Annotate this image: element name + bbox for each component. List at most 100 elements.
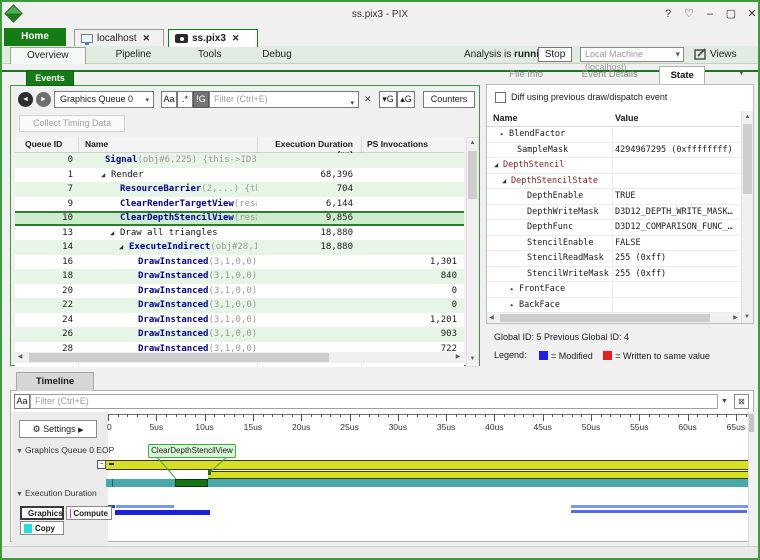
clear-filter-button[interactable]: ✕ [364, 94, 372, 105]
legend-button-copy[interactable]: Copy [20, 521, 64, 535]
table-row[interactable]: ▸BackFace [487, 298, 740, 314]
scroll-right-arrow[interactable]: ▶ [453, 352, 463, 363]
table-row[interactable]: StencilReadMask255 (0xff) [487, 251, 740, 267]
goto-filter-toggle[interactable]: !G [193, 91, 209, 108]
state-horizontal-scrollbar[interactable]: ◀ ▶ [487, 313, 740, 323]
duration-bar[interactable] [115, 510, 211, 515]
scroll-left-arrow[interactable]: ◀ [15, 352, 25, 363]
collect-timing-data-button[interactable]: Collect Timing Data [19, 115, 125, 132]
table-row[interactable]: ◢DepthStencilState [487, 174, 740, 190]
table-row[interactable]: 1◢Render68,396 [15, 168, 464, 183]
regex-button[interactable]: .* [177, 91, 193, 108]
stop-button[interactable]: Stop [538, 47, 572, 62]
table-row[interactable]: 24DrawInstanced(3,1,0,0)1,201 [15, 313, 464, 328]
queue-selector[interactable]: Graphics Queue 0▾ [54, 91, 154, 108]
scrollbar-thumb[interactable] [29, 353, 329, 362]
duration-bar[interactable] [571, 510, 747, 513]
events-panel-tab[interactable]: Events [26, 70, 74, 86]
tab-overflow-dropdown[interactable]: ▼ [738, 70, 745, 77]
match-case-button[interactable]: Aa [14, 394, 30, 409]
forward-arrow-button[interactable]: ► [36, 92, 51, 107]
eop-summary-bar[interactable] [106, 460, 748, 470]
diff-checkbox[interactable] [495, 92, 506, 103]
expand-triangle-icon[interactable]: ◢ [101, 168, 105, 183]
table-row[interactable]: 18DrawInstanced(3,1,0,0)840 [15, 269, 464, 284]
collapse-track-button[interactable]: − [97, 460, 106, 469]
expand-triangle-icon[interactable]: ▸ [510, 282, 514, 297]
title-bar[interactable]: ss.pix3 - PIX ?♡–▢✕ [2, 2, 758, 28]
help-button[interactable]: ? [658, 6, 678, 22]
timeline-filter-input[interactable]: Filter (Ctrl+E) [30, 394, 718, 409]
close-icon[interactable]: ✕ [232, 33, 240, 44]
ribbon-tab-pipeline[interactable]: Pipeline [96, 47, 172, 64]
events-horizontal-scrollbar[interactable]: ◀ ▶ [15, 352, 464, 363]
minimize-button[interactable]: – [700, 6, 720, 22]
feedback-button[interactable]: ♡ [679, 6, 699, 22]
scroll-left-arrow[interactable]: ◀ [487, 313, 496, 323]
scroll-right-arrow[interactable]: ▶ [731, 313, 740, 323]
close-icon[interactable]: ✕ [142, 33, 150, 44]
scrollbar-thumb[interactable] [749, 414, 754, 432]
tab-event-details[interactable]: Event Details [564, 66, 655, 84]
expand-triangle-icon[interactable]: ◢ [119, 240, 123, 255]
scrollbar-thumb[interactable] [500, 314, 710, 322]
prev-group-button[interactable]: ▾G [379, 91, 397, 108]
table-row[interactable]: 7ResourceBarrier(2,...) {thi704 [15, 182, 464, 197]
table-row[interactable]: 0Signal(obj#6,225) {this->ID3D [15, 153, 464, 168]
views-icon[interactable] [694, 48, 707, 60]
events-filter-input[interactable]: Filter (Ctrl+E)▾ [209, 91, 359, 108]
scroll-down-arrow[interactable]: ▼ [742, 311, 752, 323]
table-row[interactable]: ▸BlendFactor [487, 127, 740, 143]
table-row[interactable]: 22DrawInstanced(3,1,0,0)0 [15, 298, 464, 313]
timeline-vertical-scrollbar[interactable] [748, 412, 754, 556]
timeline-panel-tab[interactable]: Timeline [16, 372, 94, 391]
counters-button[interactable]: Counters [423, 91, 475, 108]
events-table-header[interactable]: Queue ID Name Execution Duration (ns) PS… [15, 137, 464, 153]
legend-button-compute[interactable]: Compute [66, 506, 112, 520]
eop-detail-bar[interactable] [208, 471, 748, 479]
table-row[interactable]: DepthFuncD3D12_COMPARISON_FUNC_… [487, 220, 740, 236]
table-row[interactable]: ▸FrontFace [487, 282, 740, 298]
expand-triangle-icon[interactable]: ◢ [502, 174, 506, 189]
scroll-down-arrow[interactable]: ▼ [467, 354, 478, 366]
back-arrow-button[interactable]: ◄ [18, 92, 33, 107]
tab-state[interactable]: State [659, 66, 705, 84]
views-button[interactable]: Views [710, 49, 737, 60]
table-row[interactable]: 14◢ExecuteIndirect(obj#28,10218,880 [15, 240, 464, 255]
scrollbar-thumb[interactable] [743, 124, 752, 194]
close-button[interactable]: ✕ [742, 6, 760, 22]
timeline-options-button[interactable]: ⊠ [734, 394, 749, 409]
ribbon-tab-tools[interactable]: Tools [181, 47, 238, 64]
table-row[interactable]: DepthWriteMaskD3D12_DEPTH_WRITE_MASK… [487, 205, 740, 221]
chevron-down-icon[interactable]: ▼ [718, 394, 731, 409]
settings-button[interactable]: ⚙ Settings ▶ [19, 420, 97, 438]
table-row[interactable]: DepthEnableTRUE [487, 189, 740, 205]
state-vertical-scrollbar[interactable]: ▲ ▼ [741, 111, 753, 323]
table-row[interactable]: ◢DepthStencil [487, 158, 740, 174]
table-row[interactable]: 9ClearRenderTargetView(res#4,6,144 [15, 197, 464, 212]
ribbon-tab-overview[interactable]: Overview [10, 47, 86, 64]
tab-file-info[interactable]: File Info [492, 66, 560, 84]
table-row[interactable]: SampleMask4294967295 (0xffffffff) [487, 143, 740, 159]
scrollbar-thumb[interactable] [468, 151, 477, 199]
next-group-button[interactable]: ▴G [397, 91, 415, 108]
match-case-button[interactable]: Aa [161, 91, 177, 108]
legend-button-graphics[interactable]: Graphics [20, 506, 64, 520]
tab-home[interactable]: Home [4, 28, 66, 46]
table-row[interactable]: 10ClearDepthStencilView(res#2,9,856 [15, 211, 464, 226]
table-row[interactable]: 26DrawInstanced(3,1,0,0)903 [15, 327, 464, 342]
lane-label-duration[interactable]: ▼Execution Duration [16, 488, 97, 498]
state-table-header[interactable]: Name Value [487, 111, 740, 127]
expand-triangle-icon[interactable]: ▸ [500, 127, 504, 142]
selected-event-bar[interactable] [175, 479, 209, 487]
scroll-up-arrow[interactable]: ▲ [742, 111, 753, 123]
duration-bar[interactable] [571, 505, 748, 508]
duration-bar[interactable] [116, 505, 174, 508]
events-vertical-scrollbar[interactable]: ▲ ▼ [466, 137, 479, 367]
lane-label-eop[interactable]: ▼Graphics Queue 0 EOP [16, 445, 114, 455]
table-row[interactable]: StencilEnableFALSE [487, 236, 740, 252]
table-row[interactable]: 16DrawInstanced(3,1,0,0)1,301 [15, 255, 464, 270]
expand-triangle-icon[interactable]: ◢ [110, 226, 114, 241]
expand-triangle-icon[interactable]: ▸ [510, 298, 514, 313]
tab-ss.pix3[interactable]: ss.pix3✕ [168, 29, 258, 47]
